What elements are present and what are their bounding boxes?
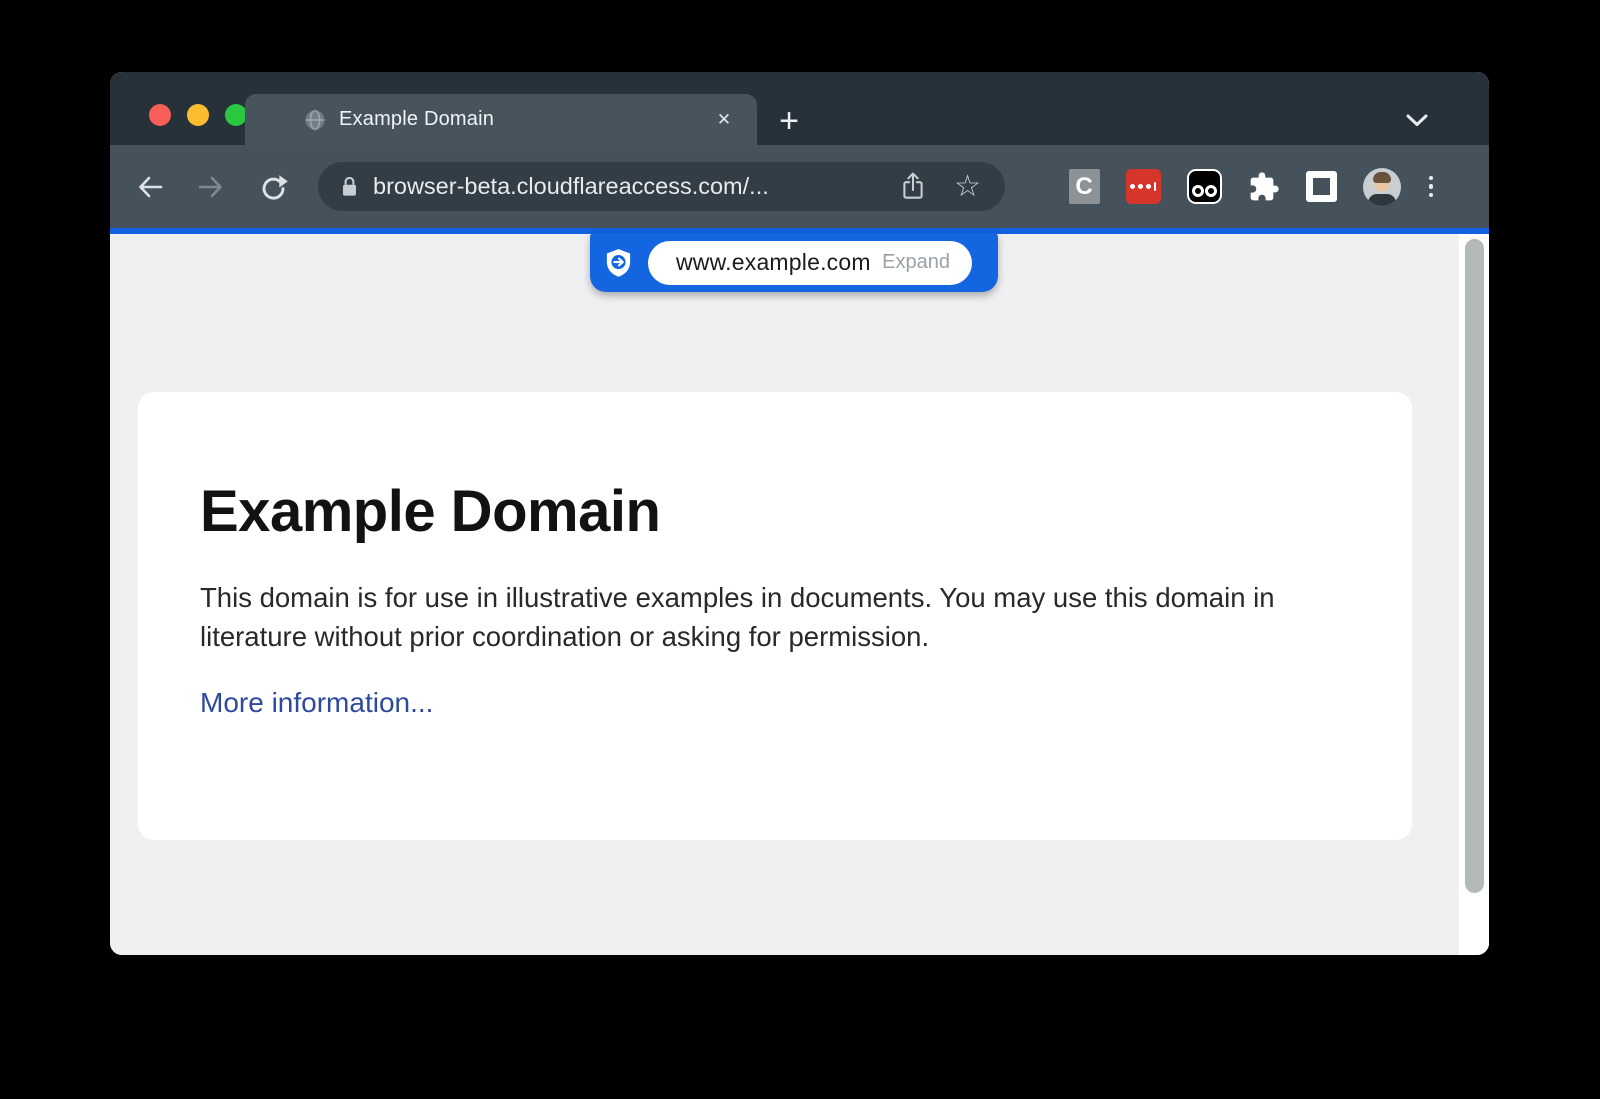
tab-close-icon[interactable]: ✕ [711,107,737,133]
scrollbar-track[interactable] [1459,234,1489,955]
isolation-callout: www.example.com Expand [590,233,998,292]
screenshot-stage: Example Domain ✕ + [0,0,1600,1099]
back-arrow-icon [136,173,164,201]
lock-icon [340,174,359,199]
close-window-button[interactable] [149,104,171,126]
c-extension-icon[interactable]: C [1069,169,1100,204]
forward-button[interactable] [192,168,230,206]
tab-title: Example Domain [339,108,711,131]
globe-favicon-icon [303,108,327,132]
back-button[interactable] [131,168,169,206]
extensions-puzzle-icon[interactable] [1248,171,1280,203]
side-panel-icon[interactable] [1306,171,1337,202]
forward-arrow-icon [197,173,225,201]
address-bar[interactable]: browser-beta.cloudflareaccess.com/... ☆ [318,162,1005,211]
new-tab-button[interactable]: + [770,102,808,140]
share-icon[interactable] [900,171,926,202]
toolbar: browser-beta.cloudflareaccess.com/... ☆ … [110,145,1489,228]
isolated-hostname: www.example.com [676,249,871,276]
content-card: Example Domain This domain is for use in… [138,392,1412,840]
chevron-down-icon[interactable] [1406,114,1428,127]
profile-avatar[interactable] [1363,168,1401,206]
tab-example-domain[interactable]: Example Domain ✕ [245,94,757,145]
zoom-window-button[interactable] [225,104,247,126]
reload-button[interactable] [254,168,292,206]
glasses-extension-icon[interactable] [1187,169,1222,204]
url-text: browser-beta.cloudflareaccess.com/... [373,173,900,200]
scrollbar-thumb[interactable] [1465,239,1484,893]
tab-strip: Example Domain ✕ + [110,72,1489,145]
bookmark-star-icon[interactable]: ☆ [954,172,981,202]
page-title: Example Domain [200,478,1350,545]
window-controls [149,104,247,126]
isolated-hostname-pill[interactable]: www.example.com Expand [648,241,972,285]
browser-window: Example Domain ✕ + [110,72,1489,955]
browser-menu-icon[interactable] [1427,170,1436,204]
minimize-window-button[interactable] [187,104,209,126]
page-viewport: www.example.com Expand Example Domain Th… [110,234,1489,955]
shield-arrow-icon [603,247,634,278]
expand-button[interactable]: Expand [882,251,950,274]
reload-icon [259,173,288,202]
extension-row: C [1069,145,1436,228]
lastpass-extension-icon[interactable] [1126,169,1161,204]
more-information-link[interactable]: More information... [200,687,433,719]
page-paragraph: This domain is for use in illustrative e… [200,579,1350,656]
